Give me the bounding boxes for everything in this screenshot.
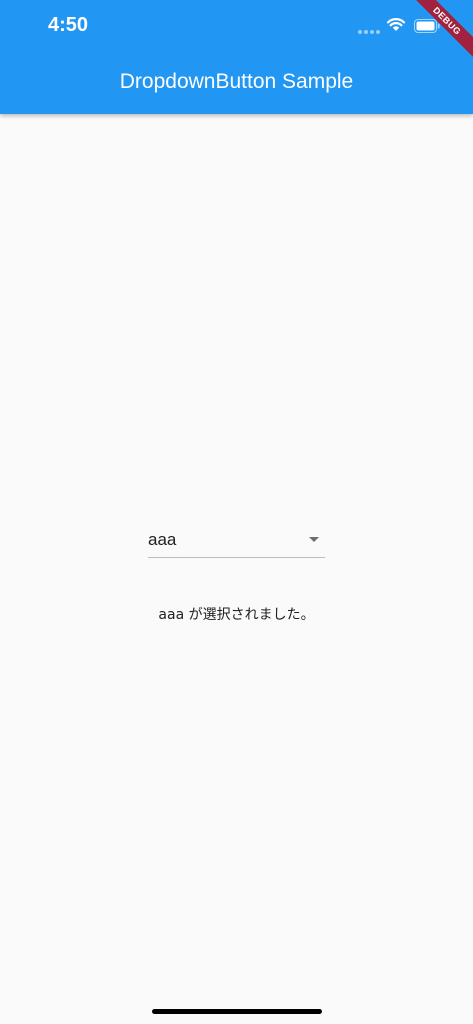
app-bar: 4:50 DropdownButton Sample [0, 0, 473, 114]
cellular-signal-icon [358, 30, 382, 34]
dropdown-selected-value: aaa [148, 530, 177, 549]
status-bar-time: 4:50 [48, 14, 89, 36]
debug-banner: DEBUG [413, 0, 473, 60]
wifi-icon [386, 18, 406, 31]
selection-result-text: aaa が選択されました。 [158, 607, 315, 623]
dropdown-button[interactable]: aaa [148, 524, 325, 558]
arrow-drop-down-icon [309, 537, 319, 542]
app-bar-title: DropdownButton Sample [119, 70, 354, 93]
home-indicator[interactable] [152, 1009, 322, 1014]
debug-banner-label: DEBUG [413, 0, 473, 60]
